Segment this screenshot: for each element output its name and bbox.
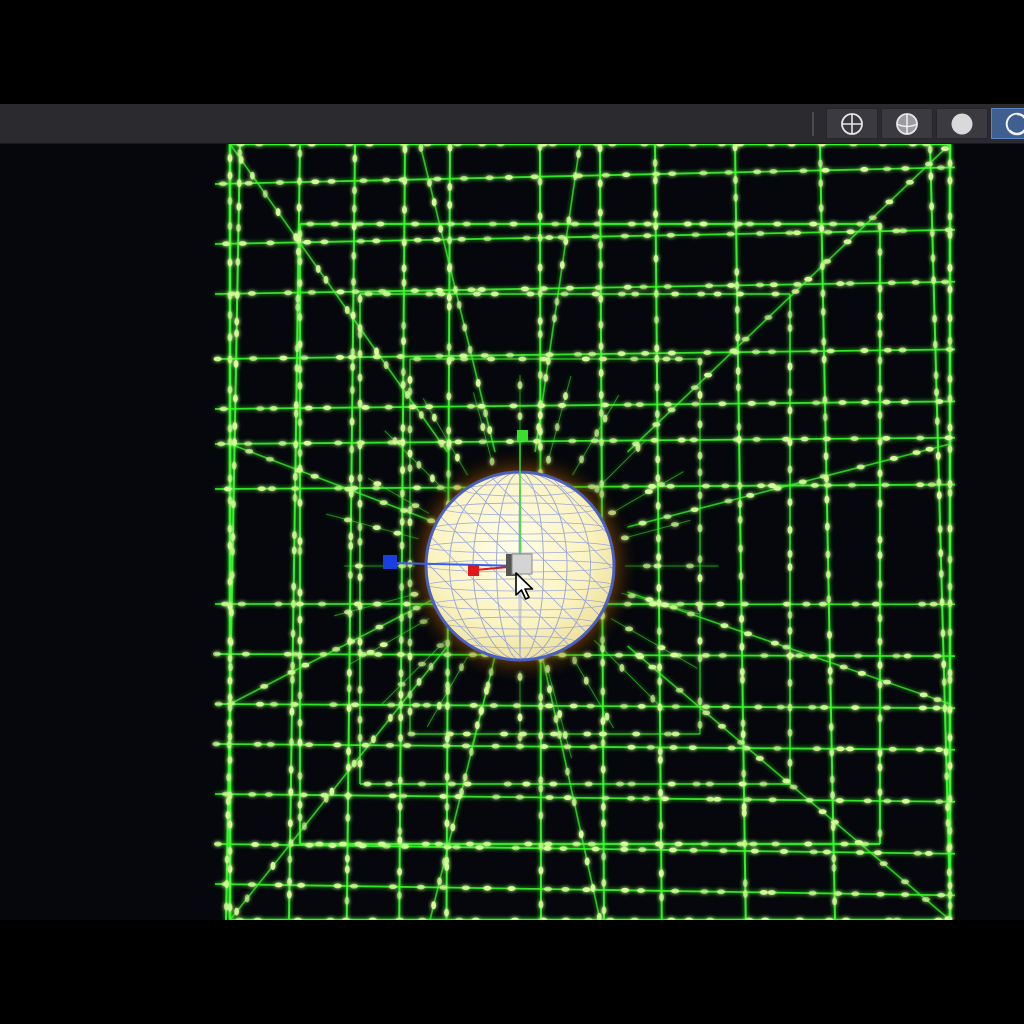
material-preview-button[interactable] (991, 108, 1024, 139)
material-preview-sphere-icon (1005, 112, 1024, 135)
scene-canvas[interactable] (0, 144, 1024, 920)
toolbar-separator (812, 112, 814, 136)
wireframe-shading-button[interactable] (826, 108, 878, 139)
solid-shading-button[interactable] (936, 108, 988, 139)
letterbox-top (0, 0, 1024, 104)
letterbox-bottom (0, 920, 1024, 1024)
shaded-wireframe-button[interactable] (881, 108, 933, 139)
arrow-cursor-icon (515, 572, 534, 600)
gizmo-y-handle[interactable] (517, 430, 528, 441)
gizmo-x-handle[interactable] (468, 565, 479, 576)
solid-sphere-icon (951, 113, 973, 134)
wireframe-sphere-icon (841, 112, 863, 135)
3d-viewport[interactable] (0, 144, 1024, 920)
gizmo-z-handle[interactable] (383, 555, 397, 569)
viewport-header-toolbar (0, 104, 1024, 144)
shaded-wireframe-sphere-icon (896, 112, 918, 135)
